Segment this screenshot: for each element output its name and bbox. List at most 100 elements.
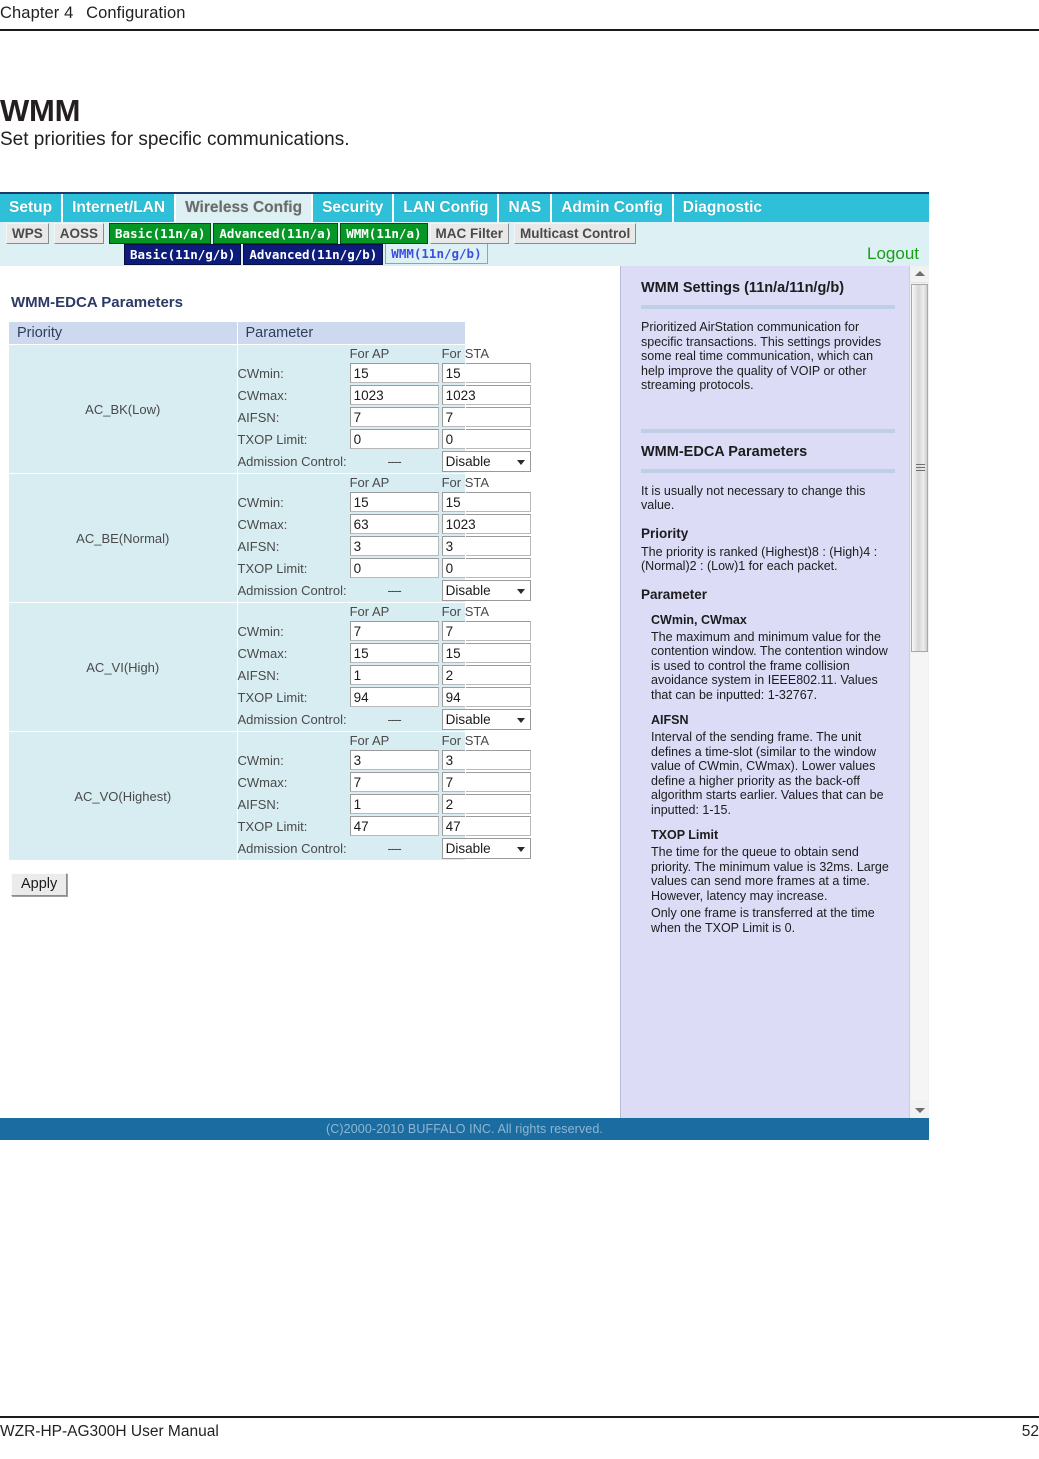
param-row-aifsn: AIFSN:	[238, 664, 534, 686]
logout-link[interactable]: Logout	[867, 244, 919, 264]
page-number: 52	[1021, 1423, 1039, 1440]
router-copyright: (C)2000-2010 BUFFALO INC. All rights res…	[0, 1118, 929, 1140]
scroll-up-button[interactable]	[910, 266, 929, 283]
select-admission-control-sta[interactable]: Disable	[441, 580, 531, 601]
select-admission-control-sta[interactable]: Disable	[441, 838, 531, 859]
main-tab-lan-config[interactable]: LAN Config	[394, 194, 500, 222]
main-tab-security[interactable]: Security	[313, 194, 395, 222]
main-tab-nas[interactable]: NAS	[499, 194, 553, 222]
input-cwmin-sta[interactable]	[441, 621, 531, 641]
sub-tab-basic-11n-a-[interactable]: Basic(11n/a)	[109, 223, 212, 244]
col-label-for-ap: For AP	[349, 733, 390, 748]
chevron-down-icon	[516, 846, 525, 852]
help-scrollbar[interactable]	[909, 266, 929, 1118]
manual-page-header: Chapter 4 Configuration	[0, 0, 1039, 31]
select-admission-value: Disable	[445, 583, 491, 598]
param-row-cwmin: CWmin:	[238, 362, 534, 384]
input-txop-ap[interactable]	[349, 816, 439, 836]
sub-tab-aoss[interactable]: AOSS	[53, 223, 105, 244]
input-aifsn-sta[interactable]	[441, 665, 531, 685]
sub-tab-multicast-control[interactable]: Multicast Control	[514, 223, 637, 244]
scrollbar-track[interactable]	[911, 653, 928, 1100]
input-cwmax-sta[interactable]	[441, 385, 531, 405]
header-priority: Priority	[8, 321, 238, 345]
cell-cwmax-sta	[441, 642, 534, 664]
priority-label: AC_BK(Low)	[8, 344, 238, 474]
input-cwmin-ap[interactable]	[349, 363, 439, 383]
param-label-admission: Admission Control:	[237, 841, 347, 856]
input-cwmax-ap[interactable]	[349, 385, 439, 405]
manual-page-footer: WZR-HP-AG300H User Manual 52	[0, 1416, 1039, 1441]
chevron-down-icon	[914, 1107, 925, 1113]
input-cwmax-sta[interactable]	[441, 643, 531, 663]
sub-tab-wps[interactable]: WPS	[6, 223, 49, 244]
input-cwmin-ap[interactable]	[349, 492, 439, 512]
param-label-cwmin: CWmin:	[237, 752, 284, 768]
param-row-txop: TXOP Limit:	[238, 428, 534, 450]
input-txop-sta[interactable]	[441, 558, 531, 578]
input-cwmax-ap[interactable]	[349, 514, 439, 534]
input-cwmax-ap[interactable]	[349, 643, 439, 663]
spacer-cell	[238, 603, 350, 620]
select-admission-control-sta[interactable]: Disable	[441, 451, 531, 472]
cell-aifsn-sta	[441, 664, 534, 686]
parameter-group: For AP For STA CWmin: CWmax: AIFSN: TXOP Limi…	[236, 344, 531, 474]
main-tab-wireless-config[interactable]: Wireless Config	[176, 194, 314, 222]
input-aifsn-sta[interactable]	[441, 794, 531, 814]
input-cwmax-ap[interactable]	[349, 772, 439, 792]
param-row-aifsn: AIFSN:	[238, 535, 534, 557]
input-aifsn-ap[interactable]	[349, 407, 439, 427]
main-navigation: Setup Internet/LAN Wireless Config Security…	[0, 192, 929, 222]
main-tab-setup[interactable]: Setup	[0, 194, 64, 222]
col-label-for-sta: For STA	[441, 604, 490, 619]
chevron-down-icon	[516, 459, 525, 465]
input-aifsn-ap[interactable]	[349, 665, 439, 685]
sub-tab-wmm-11n-a-[interactable]: WMM(11n/a)	[340, 223, 428, 244]
input-txop-sta[interactable]	[441, 816, 531, 836]
sub-tab-advanced-11n-g-b-[interactable]: Advanced(11n/g/b)	[243, 244, 384, 265]
input-cwmin-ap[interactable]	[349, 750, 439, 770]
sub-tab-basic-11n-g-b-[interactable]: Basic(11n/g/b)	[124, 244, 242, 265]
help-content: WMM Settings (11n/a/11n/g/b) Prioritized…	[641, 280, 895, 935]
param-row-admission: Admission Control: ---- Disable	[238, 579, 534, 602]
input-cwmin-sta[interactable]	[441, 492, 531, 512]
param-label-cwmin: CWmin:	[237, 365, 284, 381]
help-priority-text: The priority is ranked (Highest)8 : (Hig…	[641, 544, 878, 574]
input-cwmin-sta[interactable]	[441, 363, 531, 383]
input-txop-ap[interactable]	[349, 687, 439, 707]
input-txop-sta[interactable]	[441, 429, 531, 449]
help-aifsn-heading: AIFSN	[651, 713, 689, 727]
input-cwmax-sta[interactable]	[441, 772, 531, 792]
cell-txop-ap	[349, 686, 442, 708]
main-tab-diagnostic[interactable]: Diagnostic	[673, 194, 772, 222]
input-cwmin-sta[interactable]	[441, 750, 531, 770]
input-cwmax-sta[interactable]	[441, 514, 531, 534]
input-aifsn-ap[interactable]	[349, 536, 439, 556]
select-admission-control-sta[interactable]: Disable	[441, 709, 531, 730]
sub-tab-advanced-11n-a-[interactable]: Advanced(11n/a)	[213, 223, 339, 244]
main-tab-internet-lan[interactable]: Internet/LAN	[63, 194, 177, 222]
param-row-cwmin: CWmin:	[238, 620, 534, 642]
input-aifsn-ap[interactable]	[349, 794, 439, 814]
input-cwmin-ap[interactable]	[349, 621, 439, 641]
input-aifsn-sta[interactable]	[441, 407, 531, 427]
input-txop-sta[interactable]	[441, 687, 531, 707]
input-aifsn-sta[interactable]	[441, 536, 531, 556]
sub-tab-wmm-11n-g-b-[interactable]: WMM(11n/g/b)	[385, 244, 488, 264]
cell-txop-ap	[349, 815, 442, 837]
param-row-admission: Admission Control: ---- Disable	[238, 708, 534, 731]
apply-button[interactable]: Apply	[11, 873, 68, 896]
input-txop-ap[interactable]	[349, 558, 439, 578]
help-title: WMM Settings (11n/a/11n/g/b)	[641, 280, 845, 296]
cell-aifsn-ap	[349, 406, 442, 428]
router-body: WMM-EDCA Parameters Priority Parameter A…	[0, 266, 929, 1118]
parameter-group: For AP For STA CWmin: CWmax: AIFSN: TXOP Limi…	[236, 602, 531, 732]
help-txop-text: The time for the queue to obtain send pr…	[651, 845, 889, 903]
param-label-aifsn: AIFSN:	[237, 538, 280, 554]
sub-tab-mac-filter[interactable]: MAC Filter	[429, 223, 509, 244]
main-tab-admin-config[interactable]: Admin Config	[552, 194, 674, 222]
scroll-down-button[interactable]	[910, 1101, 929, 1118]
input-txop-ap[interactable]	[349, 429, 439, 449]
scrollbar-thumb[interactable]	[911, 284, 928, 652]
cell-txop-ap	[349, 428, 442, 450]
